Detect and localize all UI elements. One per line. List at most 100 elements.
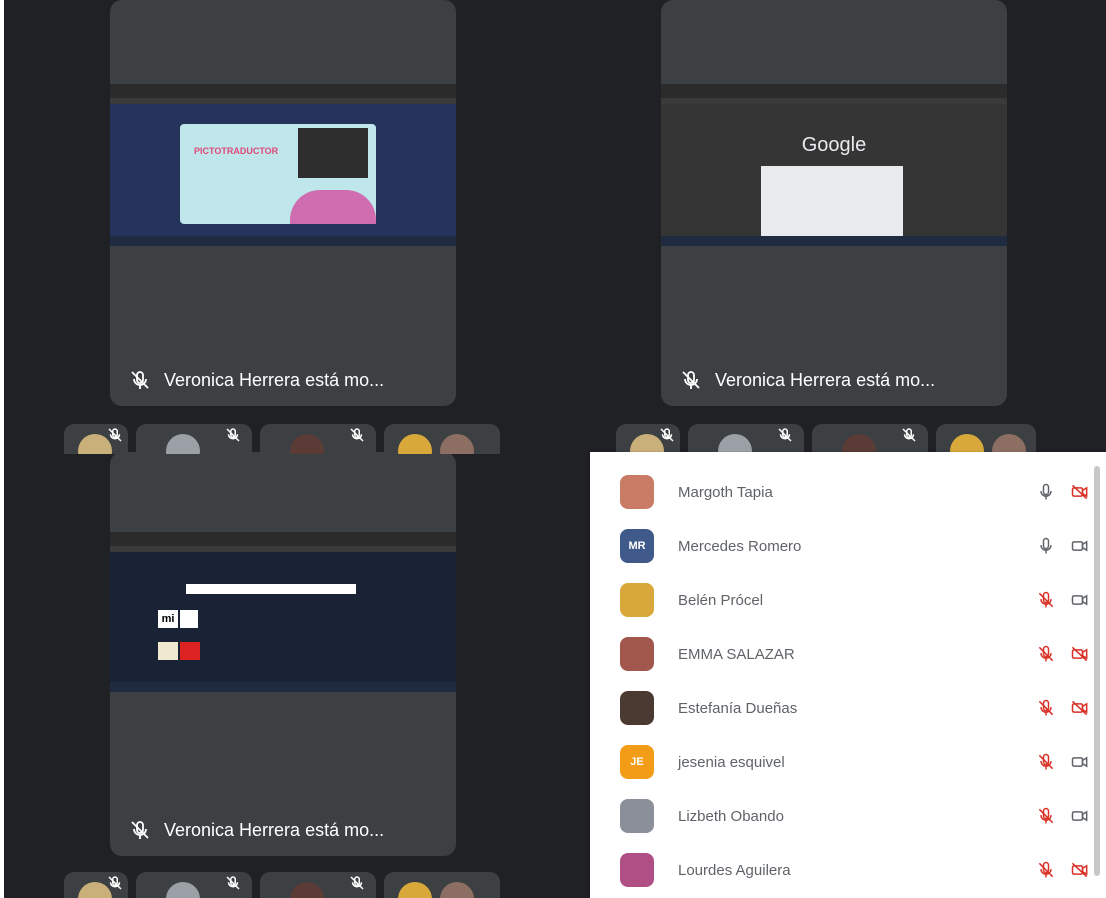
mic-off-icon[interactable] bbox=[1036, 806, 1056, 826]
camera-off-icon[interactable] bbox=[1070, 860, 1090, 880]
tile-caption: Veronica Herrera está mo... bbox=[128, 368, 384, 392]
mic-off-icon[interactable] bbox=[1036, 752, 1056, 772]
camera-icon[interactable] bbox=[1070, 590, 1090, 610]
mic-icon[interactable] bbox=[1036, 536, 1056, 556]
mic-off-icon bbox=[350, 428, 364, 442]
bookmarks-bar bbox=[110, 546, 456, 552]
participant-row[interactable]: JE jesenia esquivel bbox=[620, 742, 1090, 782]
participant-thumbnail[interactable] bbox=[260, 872, 376, 898]
pictogram-image bbox=[158, 642, 178, 660]
participant-strip bbox=[64, 424, 500, 454]
avatar bbox=[620, 637, 654, 671]
participant-thumbnail[interactable] bbox=[260, 424, 376, 454]
avatar bbox=[290, 882, 324, 898]
scrollbar[interactable] bbox=[1094, 466, 1100, 876]
avatar bbox=[166, 882, 200, 898]
participant-strip bbox=[64, 872, 500, 898]
camera-off-icon[interactable] bbox=[1070, 482, 1090, 502]
avatar bbox=[398, 434, 432, 454]
participant-thumbnail[interactable] bbox=[936, 424, 1036, 454]
avatar bbox=[620, 799, 654, 833]
participant-thumbnail[interactable] bbox=[64, 424, 128, 454]
camera-icon[interactable] bbox=[1070, 752, 1090, 772]
avatar bbox=[950, 434, 984, 454]
mic-off-icon bbox=[108, 876, 122, 890]
participant-name: Lizbeth Obando bbox=[678, 807, 784, 825]
mic-off-icon bbox=[226, 876, 240, 890]
participant-row[interactable]: Margoth Tapia bbox=[620, 472, 1090, 512]
participant-row[interactable]: EMMA SALAZAR bbox=[620, 634, 1090, 674]
participant-thumbnail[interactable] bbox=[384, 424, 500, 454]
participant-thumbnail[interactable] bbox=[616, 424, 680, 454]
participant-thumbnail[interactable] bbox=[136, 424, 252, 454]
mic-off-icon bbox=[108, 428, 122, 442]
mic-off-icon bbox=[131, 371, 149, 389]
participant-name: Lourdes Aguilera bbox=[678, 861, 791, 879]
participant-name: Belén Prócel bbox=[678, 591, 764, 609]
app-dialog bbox=[298, 128, 368, 178]
avatar bbox=[718, 434, 752, 454]
participant-thumbnail[interactable] bbox=[136, 872, 252, 898]
participant-name: jesenia esquivel bbox=[678, 753, 785, 771]
avatar bbox=[620, 691, 654, 725]
avatar bbox=[166, 434, 200, 454]
avatar bbox=[620, 475, 654, 509]
participant-row[interactable]: Lizbeth Obando bbox=[620, 796, 1090, 836]
camera-off-icon[interactable] bbox=[1070, 644, 1090, 664]
pictogram-image bbox=[180, 610, 198, 628]
pictogram-text: mi bbox=[158, 610, 178, 628]
avatar bbox=[992, 434, 1026, 454]
tile-caption: Veronica Herrera está mo... bbox=[128, 818, 384, 842]
mic-off-icon bbox=[682, 371, 700, 389]
bookmarks-bar bbox=[110, 98, 456, 104]
mic-off-icon[interactable] bbox=[1036, 590, 1056, 610]
taskbar bbox=[110, 236, 456, 246]
participant-row[interactable]: Lourdes Aguilera bbox=[620, 850, 1090, 890]
presenter-caption: Veronica Herrera está mo... bbox=[164, 369, 385, 390]
avatar bbox=[398, 882, 432, 898]
camera-off-icon[interactable] bbox=[1070, 698, 1090, 718]
presentation-tile-3[interactable]: mi Veronica Herrera está mo... bbox=[110, 452, 456, 856]
search-suggestions bbox=[761, 166, 903, 236]
mic-off-icon[interactable] bbox=[1036, 860, 1056, 880]
participant-name: Margoth Tapia bbox=[678, 483, 773, 501]
participant-thumbnail[interactable] bbox=[688, 424, 804, 454]
mic-off-icon bbox=[226, 428, 240, 442]
participant-name: Mercedes Romero bbox=[678, 537, 802, 555]
participant-thumbnail[interactable] bbox=[812, 424, 928, 454]
mic-off-icon bbox=[350, 876, 364, 890]
participant-row[interactable]: Estefanía Dueñas bbox=[620, 688, 1090, 728]
bookmarks-bar bbox=[661, 98, 1007, 104]
app-title: PICTOTRADUCTOR bbox=[194, 146, 279, 156]
participant-row[interactable]: Belén Prócel bbox=[620, 580, 1090, 620]
shared-screen: mi bbox=[110, 532, 456, 692]
presenter-caption: Veronica Herrera está mo... bbox=[715, 369, 936, 390]
shared-screen: PICTOTRADUCTOR bbox=[110, 84, 456, 246]
google-logo: Google bbox=[801, 134, 867, 156]
participant-thumbnail[interactable] bbox=[64, 872, 128, 898]
avatar bbox=[620, 583, 654, 617]
presenter-caption: Veronica Herrera está mo... bbox=[164, 819, 385, 840]
presentation-tile-2[interactable]: Google Veronica Herrera está mo... bbox=[661, 0, 1007, 406]
mic-off-icon bbox=[902, 428, 916, 442]
mic-off-icon bbox=[660, 428, 674, 442]
app-decoration bbox=[290, 190, 376, 224]
avatar bbox=[842, 434, 876, 454]
shared-screen: Google bbox=[661, 84, 1007, 246]
participant-name: Estefanía Dueñas bbox=[678, 699, 798, 717]
avatar: MR bbox=[620, 529, 654, 563]
participant-row[interactable]: MR Mercedes Romero bbox=[620, 526, 1090, 566]
participant-name: EMMA SALAZAR bbox=[678, 645, 795, 663]
camera-icon[interactable] bbox=[1070, 536, 1090, 556]
participant-strip bbox=[616, 424, 1036, 454]
browser-tab-bar bbox=[661, 84, 1007, 98]
presentation-tile-1[interactable]: PICTOTRADUCTOR Veronica Herrera está mo.… bbox=[110, 0, 456, 406]
app-card: PICTOTRADUCTOR bbox=[180, 124, 376, 224]
mic-off-icon[interactable] bbox=[1036, 698, 1056, 718]
browser-tab-bar bbox=[110, 84, 456, 98]
avatar bbox=[620, 853, 654, 887]
participant-thumbnail[interactable] bbox=[384, 872, 500, 898]
mic-off-icon[interactable] bbox=[1036, 644, 1056, 664]
mic-icon[interactable] bbox=[1036, 482, 1056, 502]
camera-icon[interactable] bbox=[1070, 806, 1090, 826]
